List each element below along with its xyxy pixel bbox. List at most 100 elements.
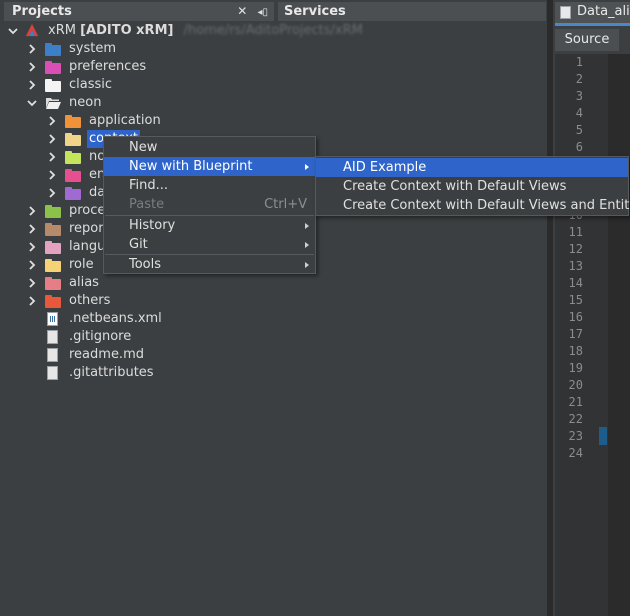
tab-projects-label: Projects bbox=[12, 4, 72, 19]
line-number: 5 bbox=[575, 123, 583, 137]
folder-icon bbox=[65, 114, 81, 128]
editor-tab-label: Data_alias bbox=[577, 4, 630, 19]
menu-item-git[interactable]: Git bbox=[104, 235, 315, 254]
line-number: 24 bbox=[568, 446, 583, 460]
tree-item-label: alias bbox=[69, 275, 99, 290]
project-tree: xRM [ADITO xRM] /home/rs/AditoProjects/x… bbox=[4, 21, 546, 613]
tab-services[interactable]: Services bbox=[278, 2, 546, 21]
folder-icon bbox=[45, 78, 61, 92]
chevron-right-icon[interactable] bbox=[27, 224, 37, 234]
chevron-right-icon[interactable] bbox=[27, 44, 37, 54]
open-folder-icon bbox=[46, 98, 61, 109]
folder-icon bbox=[45, 240, 61, 254]
editor-toolbar: Source bbox=[553, 28, 630, 52]
chevron-right-icon[interactable] bbox=[27, 260, 37, 270]
tab-services-label: Services bbox=[284, 4, 346, 19]
menu-item-shortcut: Ctrl+V bbox=[264, 197, 307, 212]
menu-item-label: Paste bbox=[129, 197, 165, 212]
menu-item-history[interactable]: History bbox=[104, 216, 315, 235]
menu-item-find[interactable]: Find... bbox=[104, 176, 315, 195]
line-number: 19 bbox=[568, 361, 583, 375]
chevron-right-icon[interactable] bbox=[27, 62, 37, 72]
menu-item-new[interactable]: New bbox=[104, 138, 315, 157]
folder-icon bbox=[45, 60, 61, 74]
menu-item-new-with-blueprint[interactable]: New with Blueprint bbox=[104, 157, 315, 176]
folder-icon bbox=[45, 294, 61, 308]
line-number: 11 bbox=[568, 225, 583, 239]
chevron-right-icon[interactable] bbox=[27, 278, 37, 288]
line-number: 21 bbox=[568, 395, 583, 409]
submenu-item-aid-example[interactable]: AID Example bbox=[316, 158, 628, 177]
tree-item-label: role bbox=[69, 257, 94, 272]
panel-tabs-bar: Projects ✕ ◂▯ Services bbox=[0, 0, 630, 22]
tree-item-label: system bbox=[69, 41, 116, 56]
line-number: 6 bbox=[575, 140, 583, 154]
chevron-right-icon[interactable] bbox=[27, 80, 37, 90]
close-icon[interactable]: ✕ bbox=[237, 4, 247, 18]
line-number: 20 bbox=[568, 378, 583, 392]
chevron-right-icon[interactable] bbox=[47, 170, 57, 180]
folder-icon bbox=[45, 42, 61, 56]
tree-root-label: xRM bbox=[48, 23, 76, 38]
line-number: 22 bbox=[568, 412, 583, 426]
chevron-down-icon[interactable] bbox=[27, 98, 37, 108]
line-number: 4 bbox=[575, 106, 583, 120]
folder-icon bbox=[65, 186, 81, 200]
editor-tab-bar: Data_alias bbox=[553, 0, 630, 27]
submenu-arrow-icon bbox=[305, 242, 309, 248]
folder-icon bbox=[65, 132, 81, 146]
submenu-item-context-default-views[interactable]: Create Context with Default Views bbox=[316, 177, 628, 196]
menu-item-label: New bbox=[129, 140, 158, 155]
tree-item-label: .gitignore bbox=[69, 329, 132, 344]
tree-item-label: classic bbox=[69, 77, 113, 92]
tree-item-label: preferences bbox=[69, 59, 147, 74]
chevron-right-icon[interactable] bbox=[27, 206, 37, 216]
file-icon bbox=[45, 330, 61, 344]
menu-item-label: Tools bbox=[129, 257, 162, 272]
chevron-right-icon[interactable] bbox=[27, 296, 37, 306]
chevron-right-icon[interactable] bbox=[47, 152, 57, 162]
line-number: 14 bbox=[568, 276, 583, 290]
tree-item-label: readme.md bbox=[69, 347, 144, 362]
menu-item-label: Find... bbox=[129, 178, 169, 193]
tree-root-project-name: [ADITO xRM] bbox=[80, 23, 174, 38]
tree-root-path: /home/rs/AditoProjects/xRM bbox=[183, 23, 363, 38]
submenu-item-label: Create Context with Default Views and En… bbox=[343, 198, 630, 213]
line-number: 1 bbox=[575, 55, 583, 69]
code-editor[interactable] bbox=[608, 54, 630, 616]
line-number: 2 bbox=[575, 72, 583, 86]
tab-projects[interactable]: Projects ✕ ◂▯ bbox=[4, 2, 274, 21]
line-number: 18 bbox=[568, 344, 583, 358]
xml-file-icon bbox=[45, 312, 61, 326]
minimize-icon[interactable]: ◂▯ bbox=[257, 7, 268, 18]
chevron-right-icon[interactable] bbox=[47, 188, 57, 198]
chevron-right-icon[interactable] bbox=[27, 242, 37, 252]
submenu-arrow-icon bbox=[305, 164, 309, 170]
line-number-gutter: 123456789101112131415161718192021222324 bbox=[555, 54, 597, 616]
chevron-right-icon[interactable] bbox=[47, 134, 57, 144]
folder-icon bbox=[65, 168, 81, 182]
menu-item-paste: Paste Ctrl+V bbox=[104, 195, 315, 214]
adito-logo-icon bbox=[25, 23, 39, 37]
blueprint-submenu: AID Example Create Context with Default … bbox=[315, 156, 630, 216]
source-button[interactable]: Source bbox=[555, 29, 619, 51]
tree-item-label: application bbox=[89, 113, 161, 128]
line-number: 13 bbox=[568, 259, 583, 273]
menu-item-label: New with Blueprint bbox=[129, 159, 253, 174]
tree-item-label: others bbox=[69, 293, 111, 308]
fold-column bbox=[597, 54, 608, 616]
data-file-icon bbox=[560, 6, 571, 19]
line-number: 23 bbox=[568, 429, 583, 443]
submenu-item-context-default-views-entity[interactable]: Create Context with Default Views and En… bbox=[316, 196, 630, 215]
folder-icon bbox=[45, 204, 61, 218]
file-icon bbox=[45, 348, 61, 362]
menu-item-label: Git bbox=[129, 237, 148, 252]
menu-item-tools[interactable]: Tools bbox=[104, 255, 315, 274]
chevron-down-icon[interactable] bbox=[8, 26, 18, 36]
submenu-arrow-icon bbox=[305, 223, 309, 229]
line-number: 12 bbox=[568, 242, 583, 256]
editor-tab[interactable]: Data_alias bbox=[555, 2, 630, 26]
submenu-item-label: Create Context with Default Views bbox=[343, 179, 567, 194]
chevron-right-icon[interactable] bbox=[47, 116, 57, 126]
folder-icon bbox=[45, 222, 61, 236]
